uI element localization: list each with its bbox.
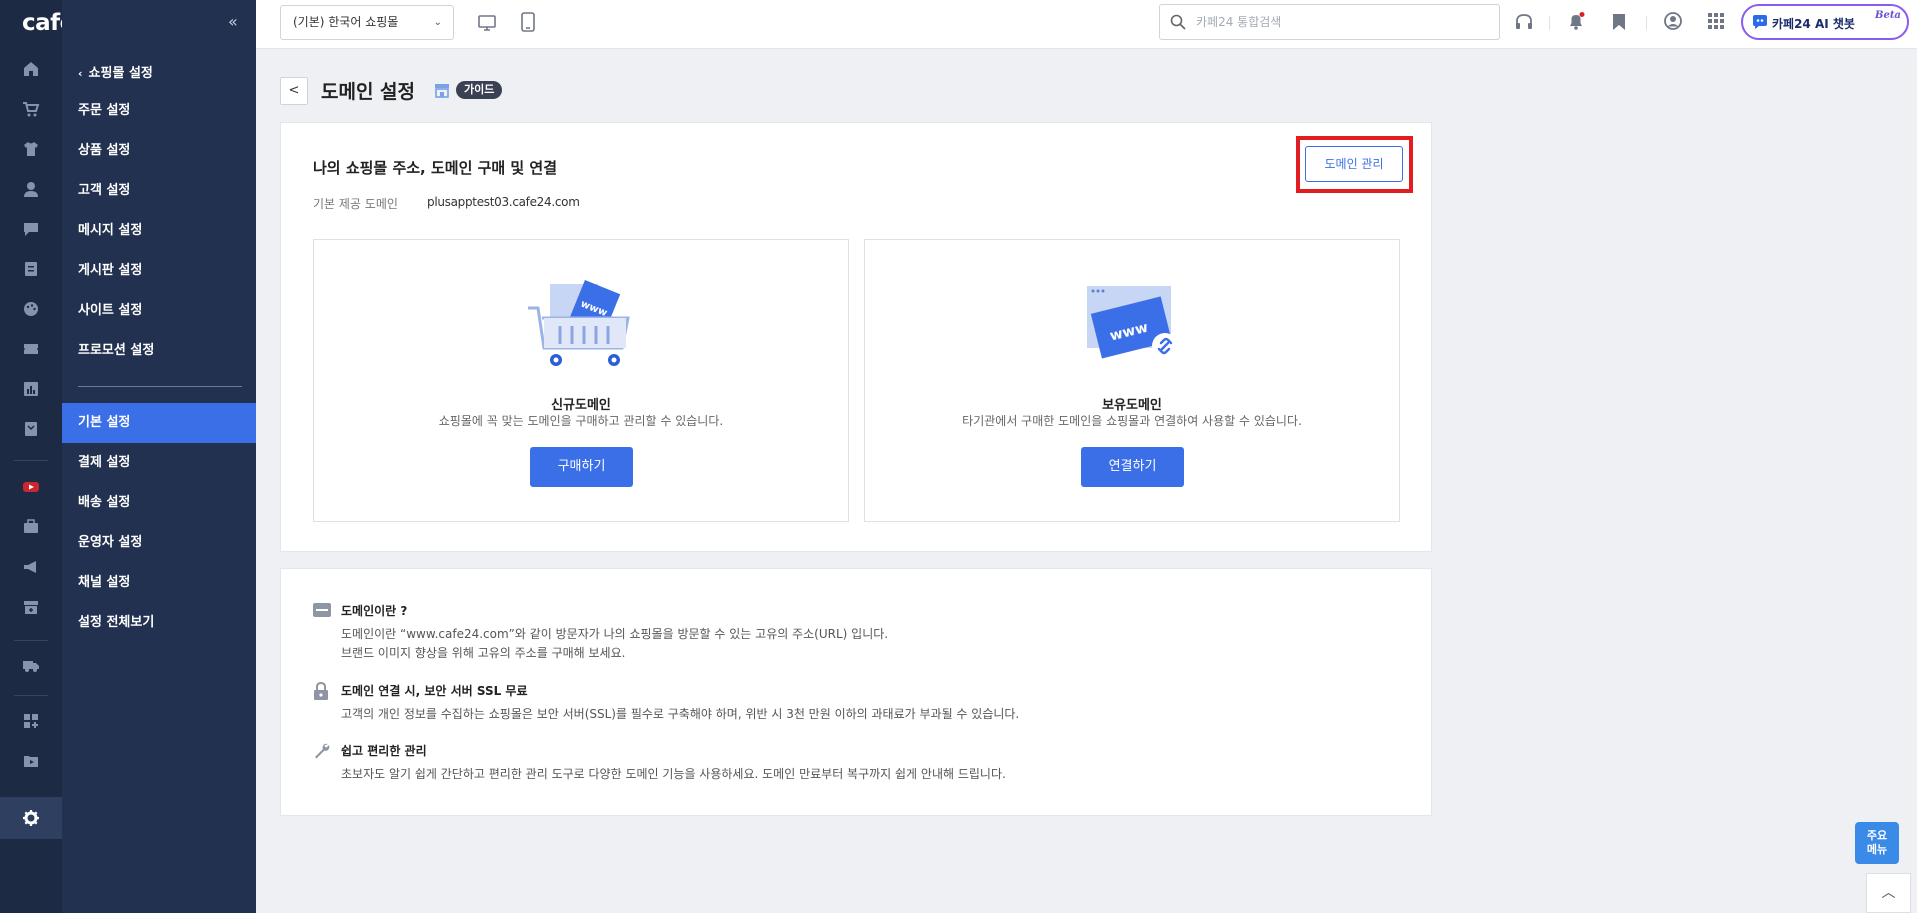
domain-panel: 나의 쇼핑몰 주소, 도메인 구매 및 연결 도메인 관리 기본 제공 도메인 …: [280, 122, 1432, 552]
sidebar-item-promotion[interactable]: 프로모션 설정: [62, 331, 256, 371]
cart-icon[interactable]: [22, 100, 40, 118]
briefcase-icon[interactable]: [22, 518, 40, 536]
chatbot-icon: [1751, 14, 1769, 30]
chevron-down-icon: ⌄: [433, 17, 442, 28]
ticket-icon[interactable]: [22, 340, 40, 358]
sidebar-item-board[interactable]: 게시판 설정: [62, 251, 256, 291]
mall-select-value: (기본) 한국어 쇼핑몰: [293, 15, 399, 29]
back-button[interactable]: <: [280, 77, 308, 105]
sidebar-divider: [78, 386, 242, 387]
sidebar-item-customer[interactable]: 고객 설정: [62, 171, 256, 211]
default-domain-label: 기본 제공 도메인: [313, 197, 398, 211]
page-title: 도메인 설정: [321, 81, 416, 103]
sidebar-item-operator[interactable]: 운영자 설정: [62, 523, 256, 563]
desktop-icon[interactable]: [477, 13, 497, 33]
chevron-left-icon: ‹: [78, 67, 83, 80]
chart-icon[interactable]: [22, 380, 40, 398]
grid-menu-icon[interactable]: [1707, 12, 1725, 30]
sidebar-item-shipping[interactable]: 배송 설정: [62, 483, 256, 523]
domain-manage-button[interactable]: 도메인 관리: [1305, 146, 1403, 182]
truck-icon[interactable]: [22, 656, 40, 674]
owned-domain-desc: 타기관에서 구매한 도메인을 쇼핑몰과 연결하여 사용할 수 있습니다.: [962, 414, 1302, 428]
bookmark-icon[interactable]: [1610, 12, 1628, 32]
bell-icon[interactable]: [1566, 11, 1586, 31]
account-icon[interactable]: [1663, 11, 1683, 31]
info-title: 도메인이란 ?: [341, 604, 408, 618]
www-link-illustration: www: [1075, 278, 1191, 370]
sidebar-item-basic[interactable]: 기본 설정: [62, 403, 256, 443]
domain-icon: [313, 602, 331, 620]
info-line: 도메인이란 “www.cafe24.com”와 같이 방문자가 나의 쇼핑몰을 …: [341, 627, 889, 641]
global-search[interactable]: [1159, 4, 1500, 40]
shirt-icon[interactable]: [22, 140, 40, 158]
sidebar-item-message[interactable]: 메시지 설정: [62, 211, 256, 251]
store-icon: [434, 82, 450, 102]
new-domain-desc: 쇼핑몰에 꼭 맞는 도메인을 구매하고 관리할 수 있습니다.: [438, 414, 724, 428]
rail-divider: [14, 695, 48, 696]
beta-tag: Beta: [1875, 10, 1901, 21]
domain-panel-heading: 나의 쇼핑몰 주소, 도메인 구매 및 연결: [313, 159, 558, 177]
rail-divider: [14, 640, 48, 641]
gear-icon[interactable]: [22, 809, 40, 827]
sidebar-item-channel[interactable]: 채널 설정: [62, 563, 256, 603]
video-folder-icon[interactable]: [22, 752, 40, 770]
sidebar-item-product[interactable]: 상품 설정: [62, 131, 256, 171]
chat-icon[interactable]: [22, 220, 40, 238]
topbar-divider: [1549, 16, 1550, 30]
info-line: 고객의 개인 정보를 수집하는 쇼핑몰은 보안 서버(SSL)를 필수로 구축해…: [341, 707, 1020, 721]
info-title: 쉽고 편리한 관리: [341, 744, 427, 758]
wrench-icon: [313, 742, 331, 760]
user-icon[interactable]: [22, 180, 40, 198]
mall-select[interactable]: (기본) 한국어 쇼핑몰 ⌄: [280, 5, 454, 40]
ai-chatbot-label: 카페24 AI 챗봇: [1772, 17, 1855, 31]
sidebar-item-site[interactable]: 사이트 설정: [62, 291, 256, 331]
sidebar-item-order[interactable]: 주문 설정: [62, 91, 256, 131]
scroll-to-top-button[interactable]: ︿: [1866, 873, 1911, 913]
connect-domain-button[interactable]: 연결하기: [1081, 447, 1184, 487]
icon-rail: cafe24: [0, 0, 106, 913]
search-input[interactable]: [1196, 12, 1486, 32]
megaphone-icon[interactable]: [22, 558, 40, 576]
sidebar-back-link[interactable]: ‹ 쇼핑몰 설정: [78, 62, 153, 81]
info-line: 초보자도 알기 쉽게 간단하고 편리한 관리 도구로 다양한 도메인 기능을 사…: [341, 767, 1006, 781]
buy-domain-button[interactable]: 구매하기: [530, 447, 633, 487]
palette-icon[interactable]: [22, 300, 40, 318]
board-icon[interactable]: [22, 260, 40, 278]
topbar-divider: [1646, 16, 1647, 30]
new-domain-title: 신규도메인: [551, 398, 611, 413]
guide-badge[interactable]: 가이드: [456, 81, 503, 99]
domain-info-panel: 도메인이란 ? 도메인이란 “www.cafe24.com”와 같이 방문자가 …: [280, 568, 1432, 816]
info-line: 브랜드 이미지 향상을 위해 고유의 주소를 구매해 보세요.: [341, 646, 626, 660]
mobile-icon[interactable]: [520, 12, 536, 32]
sidebar-back-label: 쇼핑몰 설정: [88, 66, 153, 81]
document-icon[interactable]: [22, 420, 40, 438]
new-domain-card: www 신규도메인 쇼핑몰에 꼭 맞는 도메인을 구매하고 관리할 수 있습니다…: [313, 239, 849, 522]
owned-domain-title: 보유도메인: [1102, 398, 1162, 413]
top-bar: (기본) 한국어 쇼핑몰 ⌄ 카페24 AI 챗봇 Beta: [256, 0, 1917, 49]
lock-icon: [313, 681, 331, 700]
sidebar-item-all-settings[interactable]: 설정 전체보기: [62, 603, 256, 643]
info-title: 도메인 연결 시, 보안 서버 SSL 무료: [341, 684, 528, 698]
owned-domain-card: www 보유도메인 타기관에서 구매한 도메인을 쇼핑몰과 연결하여 사용할 수…: [864, 239, 1400, 522]
headset-icon[interactable]: [1514, 12, 1534, 32]
apps-add-icon[interactable]: [22, 712, 40, 730]
home-icon[interactable]: [22, 60, 40, 78]
rail-divider: [14, 460, 48, 461]
default-domain-value: plusapptest03.cafe24.com: [427, 195, 580, 209]
collapse-sidebar-button[interactable]: «: [228, 12, 238, 31]
sidebar-item-payment[interactable]: 결제 설정: [62, 443, 256, 483]
store-add-icon[interactable]: [22, 598, 40, 616]
search-icon: [1170, 14, 1186, 34]
shopping-cart-domain-illustration: www: [524, 278, 640, 370]
main-menu-button[interactable]: 주요 메뉴: [1855, 822, 1899, 864]
ai-chatbot-button[interactable]: 카페24 AI 챗봇 Beta: [1741, 4, 1909, 40]
youtube-icon[interactable]: [22, 478, 40, 496]
